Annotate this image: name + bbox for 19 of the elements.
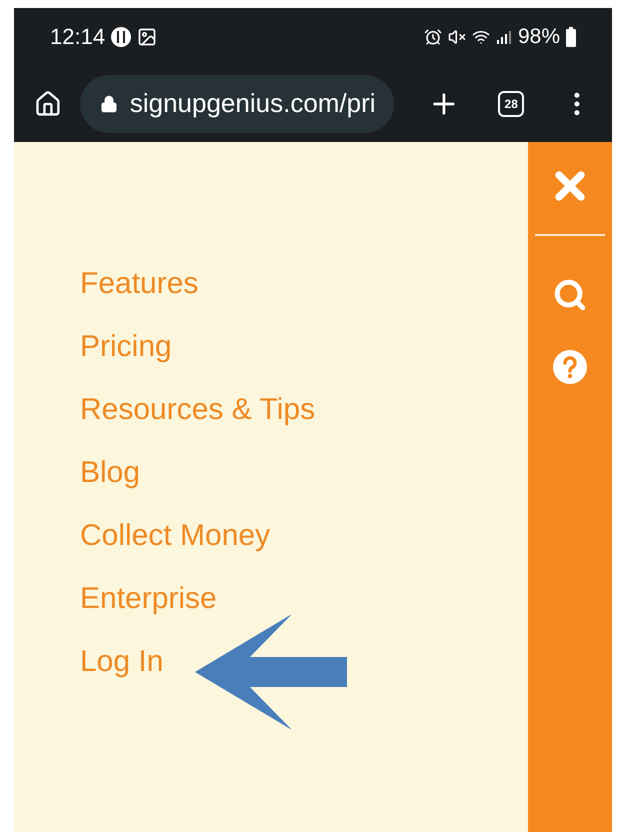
alarm-icon <box>424 28 442 46</box>
signal-icon <box>496 28 512 44</box>
home-icon[interactable] <box>34 90 62 118</box>
menu-link[interactable]: Log In <box>80 630 164 693</box>
clock-time: 12:14 <box>50 23 106 51</box>
url-field[interactable]: signupgenius.com/pri <box>80 74 394 132</box>
menu-link[interactable]: Pricing <box>80 315 172 378</box>
url-text: signupgenius.com/pri <box>130 87 376 120</box>
mute-icon <box>448 28 466 46</box>
menu-link[interactable]: Blog <box>80 441 140 504</box>
battery-percent: 98% <box>518 24 560 50</box>
menu-link[interactable]: Enterprise <box>80 567 217 630</box>
menu-link[interactable]: Collect Money <box>80 504 270 567</box>
menu-link[interactable]: Resources & Tips <box>80 378 316 441</box>
menu-link[interactable]: Features <box>80 252 198 315</box>
image-icon <box>137 26 158 46</box>
lock-icon <box>100 94 118 112</box>
tab-count-button[interactable]: 28 <box>498 90 524 116</box>
battery-icon <box>566 26 576 46</box>
